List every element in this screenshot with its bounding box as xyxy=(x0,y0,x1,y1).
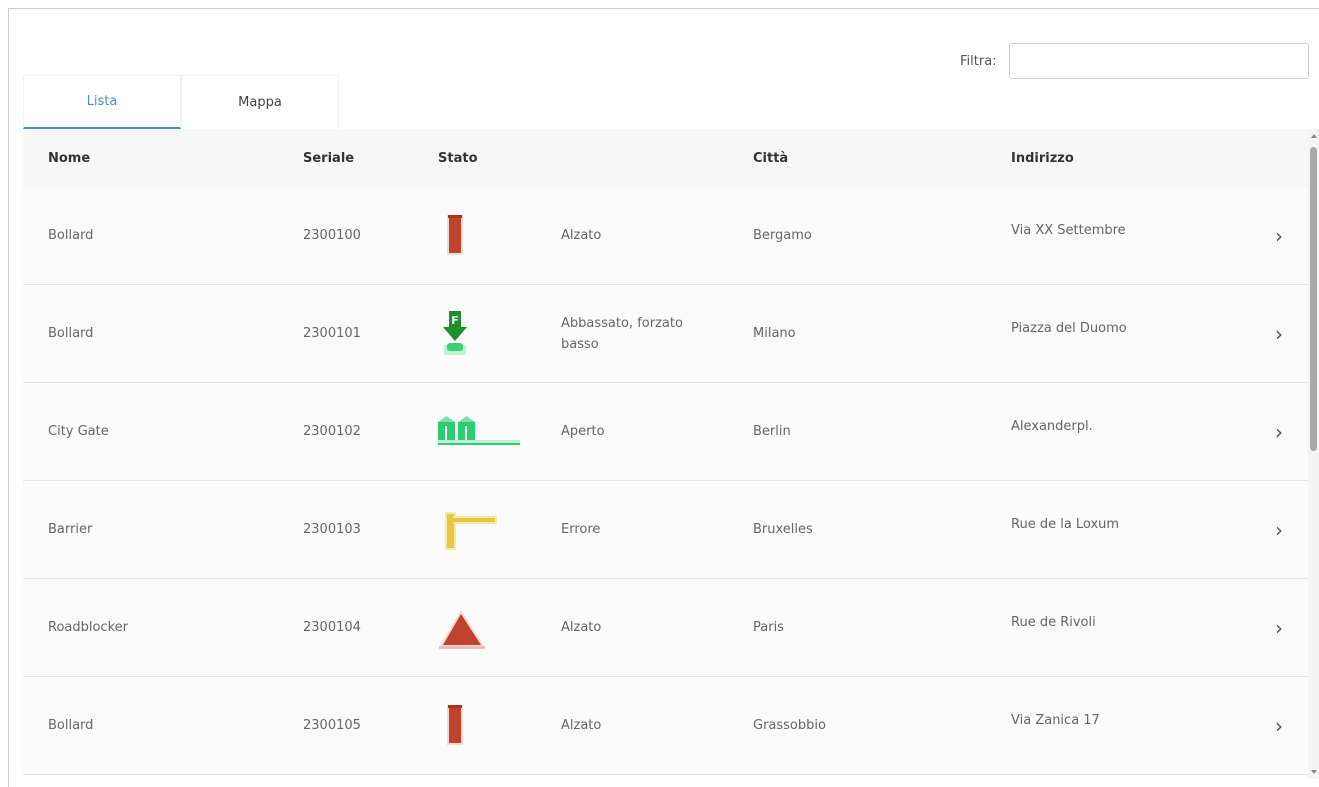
chevron-right-icon[interactable]: › xyxy=(1275,224,1283,248)
cell-stato: Alzato xyxy=(561,620,602,635)
cell-stato: Alzato xyxy=(561,718,602,733)
table-row[interactable]: City Gate 2300102 Aperto Berlin Alexande… xyxy=(23,383,1308,481)
table-row[interactable]: Bollard 2300101 F Abbassato, forzato bas… xyxy=(23,285,1308,383)
chevron-right-icon[interactable]: › xyxy=(1275,714,1283,738)
filter-bar: Filtra: xyxy=(960,43,1309,79)
tab-mappa[interactable]: Mappa xyxy=(181,75,339,129)
table-row[interactable]: Bollard 2300105 Alzato Grassobbio Via Za… xyxy=(23,677,1308,775)
cell-seriale: 2300105 xyxy=(303,718,361,733)
view-tabs: Lista Mappa xyxy=(23,75,339,129)
header-seriale: Seriale xyxy=(303,150,355,166)
cell-nome: City Gate xyxy=(48,424,109,439)
tab-lista[interactable]: Lista xyxy=(23,75,181,129)
cell-seriale: 2300103 xyxy=(303,522,361,537)
filter-input[interactable] xyxy=(1008,43,1309,79)
header-stato: Stato xyxy=(438,150,478,166)
table-header: Nome Seriale Stato Città Indirizzo xyxy=(23,129,1308,187)
chevron-right-icon[interactable]: › xyxy=(1275,420,1283,444)
cell-indirizzo: Alexanderpl. xyxy=(1011,419,1093,434)
city-gate-open-icon xyxy=(435,402,525,462)
cell-indirizzo: Via XX Settembre xyxy=(1011,223,1126,238)
chevron-right-icon[interactable]: › xyxy=(1275,518,1283,542)
cell-citta: Grassobbio xyxy=(753,718,826,733)
cell-nome: Bollard xyxy=(48,326,94,341)
cell-nome: Bollard xyxy=(48,228,94,243)
header-indirizzo: Indirizzo xyxy=(1011,150,1074,166)
cell-seriale: 2300104 xyxy=(303,620,361,635)
cell-stato: Abbassato, forzato basso xyxy=(561,315,683,352)
cell-citta: Paris xyxy=(753,620,784,635)
cell-citta: Berlin xyxy=(753,424,791,439)
cell-nome: Roadblocker xyxy=(48,620,128,635)
table-row[interactable]: Roadblocker 2300104 Alzato Paris Rue de … xyxy=(23,579,1308,677)
devices-table: Nome Seriale Stato Città Indirizzo Bolla… xyxy=(23,129,1308,779)
cell-citta: Bergamo xyxy=(753,228,812,243)
filter-label: Filtra: xyxy=(960,53,997,69)
barrier-error-icon xyxy=(435,500,525,560)
cell-indirizzo: Piazza del Duomo xyxy=(1011,321,1127,336)
scrollbar-thumb[interactable] xyxy=(1310,147,1317,451)
cell-indirizzo: Rue de Rivoli xyxy=(1011,615,1096,630)
header-nome: Nome xyxy=(48,150,91,166)
cell-citta: Bruxelles xyxy=(753,522,813,537)
bollard-raised-icon xyxy=(435,696,525,756)
header-citta: Città xyxy=(753,150,789,166)
cell-stato: Alzato xyxy=(561,228,602,243)
bollard-raised-icon xyxy=(435,206,525,266)
cell-stato: Aperto xyxy=(561,424,605,439)
chevron-right-icon[interactable]: › xyxy=(1275,616,1283,640)
table-row[interactable]: Bollard 2300100 Alzato Bergamo Via XX Se… xyxy=(23,187,1308,285)
cell-seriale: 2300101 xyxy=(303,326,361,341)
roadblocker-raised-icon xyxy=(435,598,525,658)
table-scrollbar[interactable] xyxy=(1308,129,1319,779)
cell-nome: Barrier xyxy=(48,522,93,537)
svg-text:F: F xyxy=(451,314,459,327)
cell-indirizzo: Via Zanica 17 xyxy=(1011,713,1100,728)
bollard-forced-down-icon: F xyxy=(435,304,525,364)
chevron-right-icon[interactable]: › xyxy=(1275,322,1283,346)
tab-mappa-label: Mappa xyxy=(238,95,282,110)
cell-citta: Milano xyxy=(753,326,796,341)
cell-nome: Bollard xyxy=(48,718,94,733)
tab-lista-label: Lista xyxy=(86,94,118,109)
table-row[interactable]: Barrier 2300103 Errore Bruxelles Rue de … xyxy=(23,481,1308,579)
scroll-up-icon[interactable] xyxy=(1311,134,1317,138)
cell-seriale: 2300100 xyxy=(303,228,361,243)
cell-stato: Errore xyxy=(561,522,601,537)
cell-seriale: 2300102 xyxy=(303,424,361,439)
scroll-down-icon[interactable] xyxy=(1311,770,1317,774)
cell-indirizzo: Rue de la Loxum xyxy=(1011,517,1120,532)
